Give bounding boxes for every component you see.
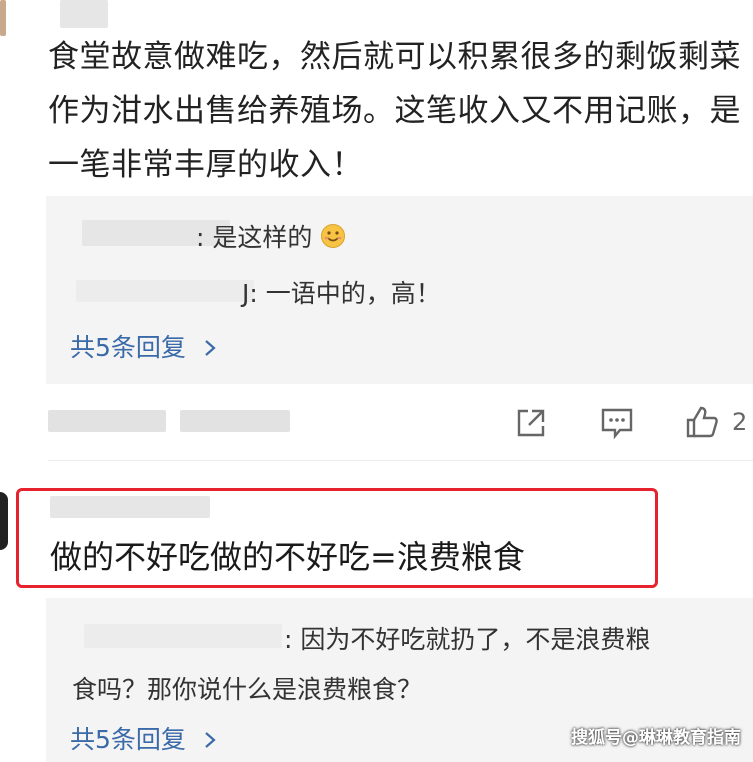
comment-meta-blurred-2 xyxy=(180,410,290,432)
more-replies-link-2[interactable]: 共5条回复 xyxy=(70,720,216,756)
chevron-right-icon xyxy=(204,726,216,755)
avatar-2 xyxy=(0,492,8,550)
like-count: 2 xyxy=(732,408,748,436)
reply-1-text: : 是这样的 xyxy=(196,223,313,252)
chevron-right-icon xyxy=(204,334,216,363)
like-icon[interactable] xyxy=(684,404,718,438)
reply-1: : 是这样的 xyxy=(196,218,346,255)
share-icon[interactable] xyxy=(514,406,548,440)
avatar-top xyxy=(0,0,6,36)
reply-3-line-2: 食吗？那你说什么是浪费粮食？ xyxy=(72,675,423,704)
reply-2: J: 一语中的，高！ xyxy=(242,274,441,310)
divider xyxy=(48,460,753,461)
more-replies-link-1[interactable]: 共5条回复 xyxy=(70,328,216,364)
reply-3-line-1: : 因为不好吃就扔了，不是浪费粮 xyxy=(284,625,651,654)
comment-1-text: 食堂故意做难吃，然后就可以积累很多的剩饭剩菜作为泔水出售给养殖场。这笔收入又不用… xyxy=(48,39,741,183)
smile-emoji-icon xyxy=(320,223,346,255)
more-replies-label-2: 共5条回复 xyxy=(70,725,186,754)
reply-2-text: J: 一语中的，高！ xyxy=(242,279,441,308)
reply-username-blurred-2 xyxy=(76,280,254,302)
more-replies-label-1: 共5条回复 xyxy=(70,333,186,362)
comment-meta-blurred xyxy=(48,410,166,432)
reply-username-blurred-3 xyxy=(84,624,282,648)
watermark: 搜狐号@琳琳教育指南 xyxy=(571,728,741,748)
comment-icon[interactable] xyxy=(600,406,634,440)
username-blurred-top xyxy=(60,0,108,28)
reply-box-1: : 是这样的 J: 一语中的，高！ 共5条回复 xyxy=(46,196,753,384)
comment-2-text: 做的不好吃做的不好吃=浪费粮食 xyxy=(50,538,525,576)
